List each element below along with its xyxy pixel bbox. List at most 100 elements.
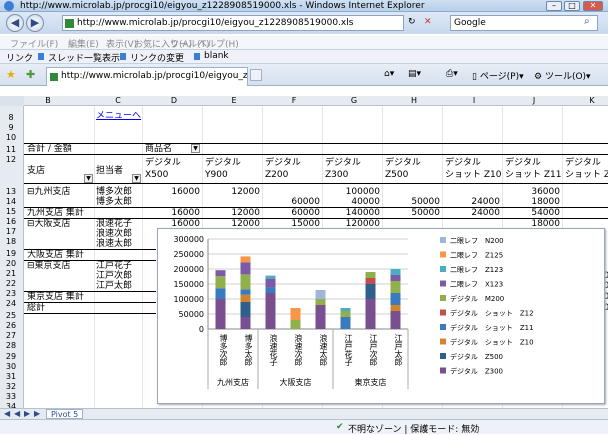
row-header[interactable]: 29 [0,352,22,361]
row-header[interactable]: 28 [0,341,22,350]
row-header[interactable]: 24 [0,299,22,308]
row-header[interactable]: 32 [0,382,22,391]
table-border [24,313,156,314]
row-header[interactable]: 30 [0,362,22,371]
favorites-star-icon[interactable]: ★ [6,68,16,81]
product-header: Z500 [385,170,409,180]
home-icon[interactable]: ⌂▾ [384,69,394,79]
tab-title: http://www.microlab.jp/procgi10/eigyou_z… [61,71,248,81]
row-header[interactable]: 26 [0,321,22,330]
value-cell: 60000 [291,208,320,218]
sheet-nav-last-icon[interactable]: ▶ [34,409,40,418]
bar-segment [215,288,226,299]
branch-filter-dropdown[interactable]: ▼ [84,174,93,183]
rep-cell: 江戸太郎 [96,281,133,291]
pivot-chart[interactable]: 0 50000 100000 150000 200000 250000 300000 博多次郎… [157,228,605,404]
link-change-link[interactable]: リンクの変更 [130,51,184,64]
print-icon[interactable]: ⎙▾ [446,69,458,79]
rep-filter-dropdown[interactable]: ▼ [132,174,141,183]
bar-segment [265,275,276,279]
menu-help[interactable]: ヘルプ(H) [198,37,239,50]
menu-file[interactable]: ファイル(F) [10,37,58,50]
column-header[interactable]: E [226,96,242,105]
tools-menu[interactable]: ⚙ ツール(O)▾ [534,69,591,82]
product-header: Z200 [265,170,289,180]
security-zone[interactable]: 不明なゾーン | 保護モード: 無効 [348,422,479,435]
minimize-button[interactable]: – [546,1,562,11]
address-bar: ◀ ▶ http://www.microlab.jp/procgi10/eigy… [0,12,608,34]
row-header[interactable]: 20 [0,259,22,268]
row-header[interactable]: 18 [0,237,22,246]
menu-view[interactable]: 表示(V) [106,37,137,50]
subtotal-label: 九州支店 集計 [27,208,84,218]
sheet-nav-prev-icon[interactable]: ◀ [14,409,20,418]
menu-link[interactable]: メニューへ [96,111,141,121]
page-menu[interactable]: ▯ ページ(P)▾ [472,69,524,82]
row-header[interactable]: 19 [0,249,22,258]
column-header[interactable]: F [286,96,302,105]
feeds-icon[interactable]: ▤▾ [408,69,421,79]
column-header[interactable]: J [526,96,542,105]
search-input[interactable]: Google [450,15,598,31]
row-header[interactable]: 16 [0,217,22,226]
forward-button[interactable]: ▶ [26,14,44,32]
row-header[interactable]: 31 [0,372,22,381]
rep-cell: 博多太郎 [96,197,133,207]
menu-edit[interactable]: 編集(E) [68,37,99,50]
link-blank[interactable]: blank [204,51,229,61]
back-button[interactable]: ◀ [6,14,24,32]
y-tick-label: 150000 [173,280,204,289]
row-header[interactable]: 17 [0,227,22,236]
column-header[interactable]: B [40,96,56,105]
link-icon [120,53,126,60]
row-header[interactable]: 21 [0,269,22,278]
row-header[interactable]: 15 [0,207,22,216]
tab-current[interactable]: http://www.microlab.jp/procgi10/eigyou_z… [46,67,248,86]
tools-menu-label: ツール(O) [544,72,587,82]
sheet-nav-next-icon[interactable]: ▶ [24,409,30,418]
rep-cell: 江戸次郎 [96,271,133,281]
row-header[interactable]: 14 [0,197,22,206]
sheet-tab-bar: ◀ ◀ ▶ ▶ Pivot 5 [0,408,608,419]
sheet-tab-pivot5[interactable]: Pivot 5 [46,409,84,419]
excel-file-icon [65,19,74,28]
branch-field-label: 支店 [27,166,46,176]
row-header[interactable]: 22 [0,279,22,288]
stop-icon[interactable]: ✕ [424,17,432,27]
column-header[interactable]: H [406,96,422,105]
bar-segment [290,320,301,329]
column-header[interactable]: G [346,96,362,105]
column-header[interactable]: D [166,96,182,105]
product-header: デジタル [325,158,361,168]
row-header[interactable]: 25 [0,311,22,320]
row-header[interactable]: 11 [0,145,22,154]
row-header[interactable]: 9 [0,123,22,132]
new-tab-button[interactable] [250,69,262,81]
row-header[interactable]: 33 [0,392,22,401]
close-button[interactable]: ✕ [583,1,603,11]
add-favorites-icon[interactable]: ✚ [26,68,35,81]
row-header[interactable]: 8 [0,113,22,122]
x-category-label: 浪速次郎 [294,333,303,367]
product-header: Z300 [325,170,349,180]
search-icon[interactable]: ⌕ [584,16,590,27]
url-field[interactable]: http://www.microlab.jp/procgi10/eigyou_z… [62,15,404,31]
row-header[interactable]: 13 [0,187,22,196]
link-thread-list[interactable]: スレッド一覧表示 [48,51,120,64]
sheet-nav-first-icon[interactable]: ◀ [4,409,10,418]
column-header[interactable]: C [110,96,126,105]
select-all-corner[interactable] [0,96,24,106]
y-tick-label: 50000 [179,310,204,319]
column-header[interactable]: I [466,96,482,105]
bar-segment [240,317,251,329]
row-header[interactable]: 27 [0,331,22,340]
maximize-button[interactable]: □ [564,1,580,11]
refresh-icon[interactable]: ↻ [408,17,416,27]
x-category-label: 江戸花子 [344,334,353,366]
product-filter-dropdown[interactable]: ▼ [191,144,200,153]
row-header[interactable]: 12 [0,155,22,164]
legend-label: デジタル ショット Z10 [450,338,534,347]
row-header[interactable]: 23 [0,289,22,298]
row-header[interactable]: 10 [0,133,22,142]
column-header[interactable]: K [584,96,600,105]
